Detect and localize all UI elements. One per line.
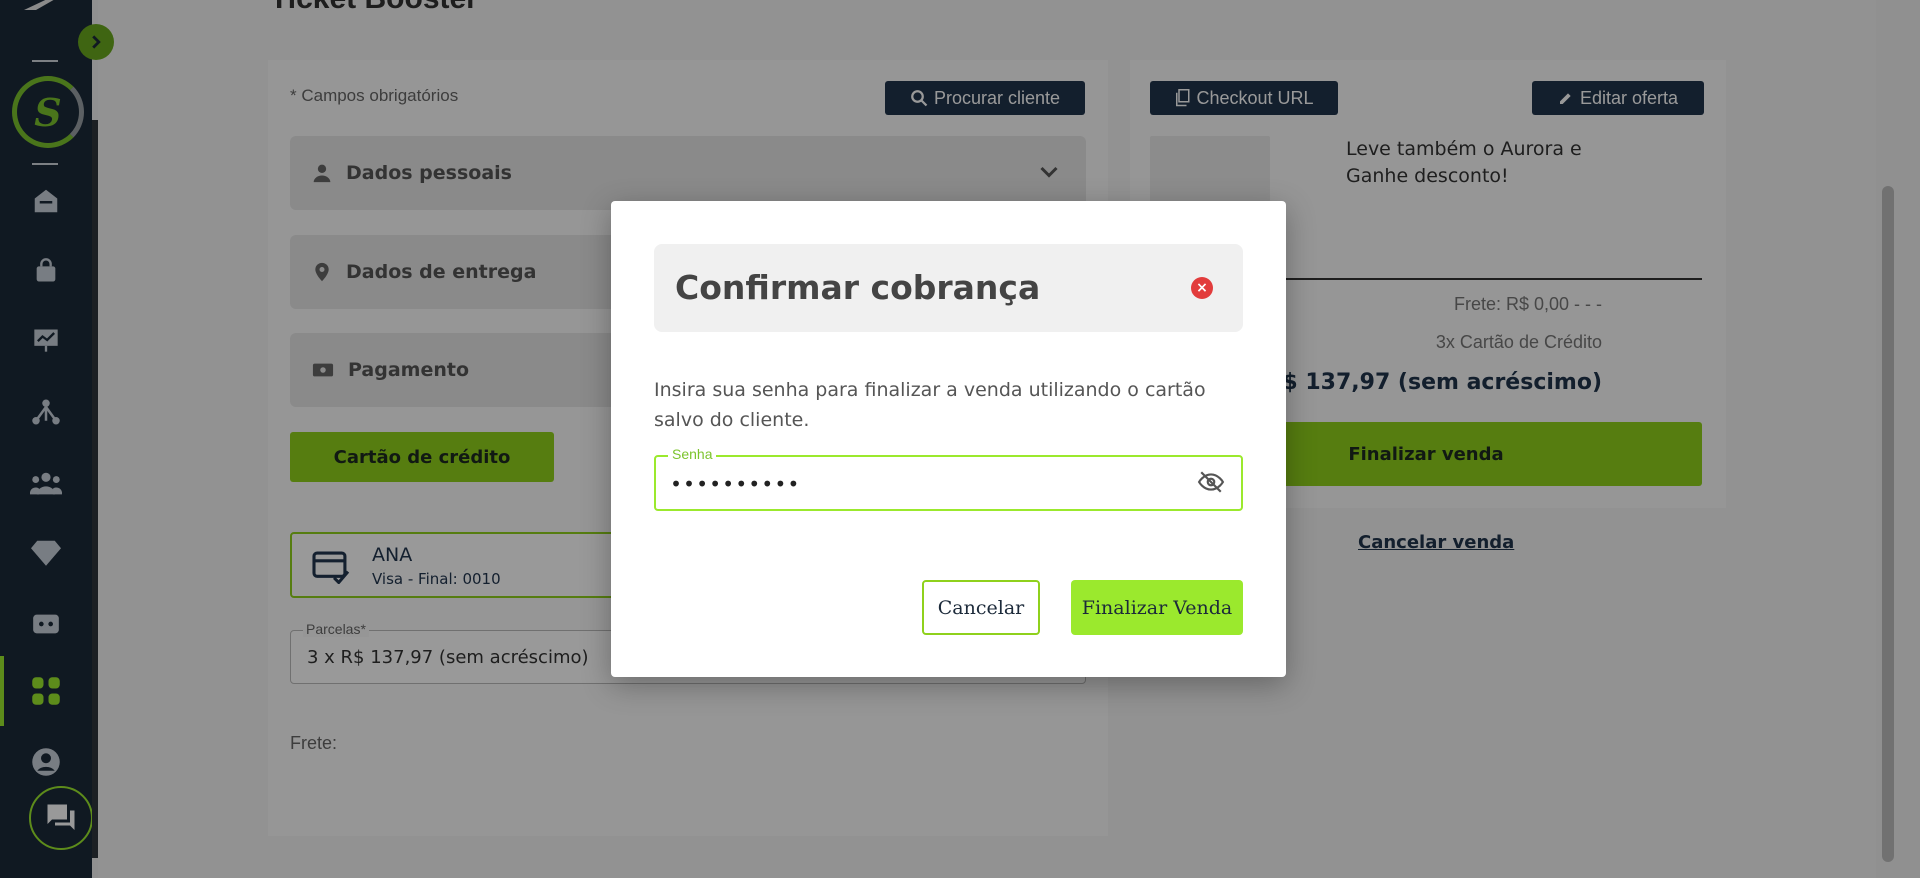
password-input[interactable] [670, 471, 1170, 497]
dialog-header: Confirmar cobrança × [654, 244, 1243, 332]
password-label: Senha [668, 446, 717, 462]
confirm-finalize-button[interactable]: Finalizar Venda [1071, 580, 1243, 635]
cancel-button[interactable]: Cancelar [922, 580, 1040, 635]
eye-off-icon[interactable] [1197, 469, 1225, 495]
password-field[interactable]: Senha [654, 446, 1243, 511]
dialog-title: Confirmar cobrança [675, 268, 1041, 307]
dialog-description: Insira sua senha para finalizar a venda … [654, 379, 1206, 431]
close-icon[interactable]: × [1191, 277, 1213, 299]
confirm-charge-dialog: Confirmar cobrança × Insira sua senha pa… [611, 201, 1286, 677]
